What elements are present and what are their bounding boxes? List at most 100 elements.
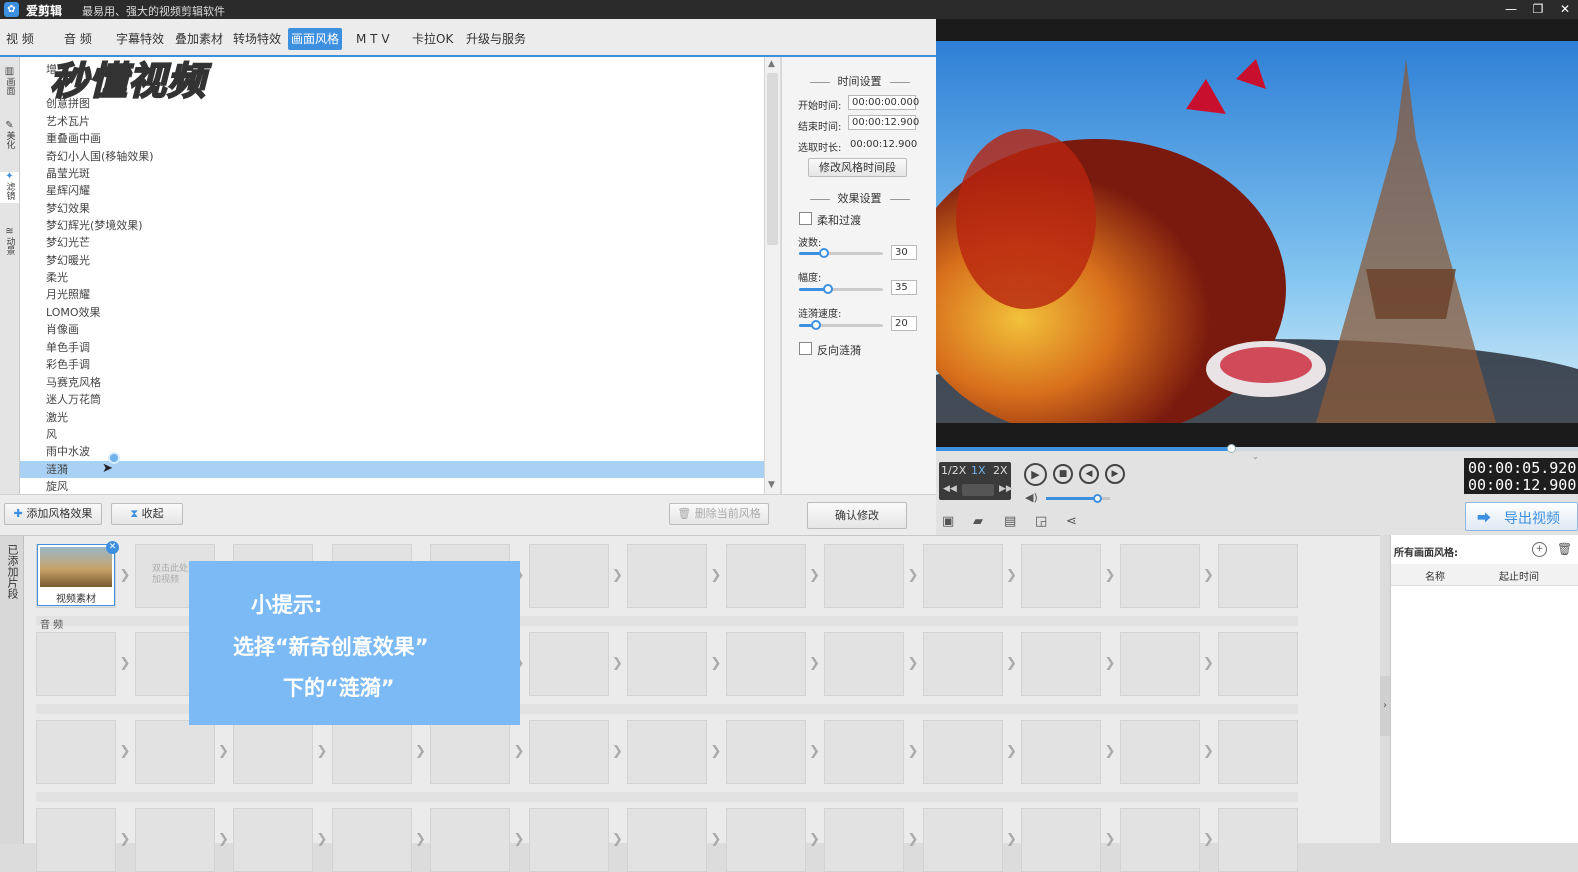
side-tab-filter[interactable]: ✦ 滤镜 xyxy=(0,172,19,203)
timeline-slot[interactable] xyxy=(1021,544,1101,608)
jog-wheel[interactable] xyxy=(962,484,994,496)
rewind-icon[interactable]: ◀◀ xyxy=(943,484,957,494)
timeline-slot[interactable] xyxy=(922,632,1003,696)
timeline-slot[interactable] xyxy=(36,808,116,872)
amplitude-slider-knob[interactable] xyxy=(823,284,834,294)
fast-forward-icon[interactable]: ▶▶ xyxy=(999,484,1013,494)
timeline-slot[interactable] xyxy=(528,808,609,872)
amplitude-field[interactable]: 35 xyxy=(891,280,917,295)
playback-progress-knob[interactable] xyxy=(1227,444,1237,453)
speed-half-button[interactable]: 1/2X xyxy=(941,464,966,477)
speed-2x-button[interactable]: 2X xyxy=(993,464,1008,477)
remove-clip-icon[interactable]: ✕ xyxy=(106,541,119,554)
save-as-icon[interactable]: ◲ xyxy=(1035,514,1047,529)
timeline-slot[interactable] xyxy=(134,720,215,784)
effect-item[interactable]: 单色手调 xyxy=(20,339,764,356)
timeline-slot[interactable] xyxy=(528,720,609,784)
timeline-slot[interactable] xyxy=(1021,632,1101,696)
soft-transition-checkbox[interactable] xyxy=(799,212,812,225)
timeline-slot[interactable] xyxy=(233,720,313,784)
timeline-slot[interactable] xyxy=(134,808,215,872)
add-effect-button[interactable]: ✚ 添加风格效果 xyxy=(4,503,102,525)
ripple-speed-slider[interactable] xyxy=(799,320,883,330)
timeline-slot[interactable] xyxy=(36,632,116,696)
timeline-slot[interactable] xyxy=(1021,808,1101,872)
effect-item[interactable]: 梦幻辉光(梦境效果) xyxy=(20,217,764,234)
timeline-slot[interactable] xyxy=(1218,808,1298,872)
delete-current-effect-button[interactable]: 🗑 删除当前风格 xyxy=(669,503,769,525)
volume-slider-knob[interactable] xyxy=(1093,494,1103,503)
panel-expand-icon[interactable]: › xyxy=(1380,676,1390,736)
reverse-ripple-checkbox[interactable] xyxy=(799,342,812,355)
effect-item[interactable]: 马赛克风格 xyxy=(20,374,764,391)
timeline-slot[interactable] xyxy=(824,720,904,784)
timeline-side-tab[interactable]: 已添加片段 xyxy=(0,536,24,844)
effect-item[interactable]: 旋风 xyxy=(20,478,764,494)
volume-icon[interactable]: ◀) xyxy=(1025,491,1038,504)
timeline-slot[interactable] xyxy=(922,720,1003,784)
previous-frame-button[interactable]: ◀ xyxy=(1079,464,1099,484)
ripple-speed-field[interactable]: 20 xyxy=(891,316,917,331)
tab-audio[interactable]: 音 频 xyxy=(61,28,95,50)
chevron-down-icon[interactable]: ⌄ xyxy=(1252,452,1259,461)
effect-item[interactable]: 月光照耀 xyxy=(20,286,764,303)
timeline-slot[interactable] xyxy=(1119,808,1200,872)
tab-subtitle-effects[interactable]: 字幕特效 xyxy=(113,28,167,50)
tab-picture-style[interactable]: 画面风格 xyxy=(288,28,343,50)
share-icon[interactable]: ⋖ xyxy=(1066,514,1077,529)
timeline-slot[interactable] xyxy=(725,544,806,608)
effect-item[interactable]: 激光 xyxy=(20,409,764,426)
speed-1x-button[interactable]: 1X xyxy=(971,464,986,477)
collapse-button[interactable]: ⧗ 收起 xyxy=(111,503,183,525)
export-video-button[interactable]: ⮕ 导出视频 xyxy=(1465,502,1578,531)
timeline-slot[interactable] xyxy=(922,544,1003,608)
timeline-slot[interactable] xyxy=(922,808,1003,872)
effect-item[interactable]: 风 xyxy=(20,426,764,443)
effect-item[interactable]: 梦幻暖光 xyxy=(20,252,764,269)
effect-item[interactable]: LOMO效果 xyxy=(20,304,764,321)
scroll-up-icon[interactable]: ▲ xyxy=(768,59,775,69)
effect-list-scrollbar[interactable]: ▲ ▼ xyxy=(764,57,780,494)
effect-item[interactable]: 梦幻光芒 xyxy=(20,234,764,251)
effect-item[interactable]: 肖像画 xyxy=(20,321,764,338)
effect-item[interactable]: 梦幻效果 xyxy=(20,200,764,217)
start-time-field[interactable]: 00:00:00.000 xyxy=(848,95,919,110)
modify-time-button[interactable]: 修改风格时间段 xyxy=(808,158,907,177)
next-frame-button[interactable]: ▶ xyxy=(1105,464,1125,484)
effect-item[interactable]: 奇幻小人国(移轴效果) xyxy=(20,148,764,165)
timeline-slot[interactable] xyxy=(725,808,806,872)
confirm-modify-button[interactable]: 确认修改 xyxy=(807,502,907,529)
effect-item-selected[interactable]: 涟漪 xyxy=(20,461,764,478)
timeline-slot[interactable] xyxy=(725,720,806,784)
timeline-slot[interactable] xyxy=(627,544,707,608)
tab-karaoke[interactable]: 卡拉OK xyxy=(409,28,456,50)
side-tab-beautify[interactable]: ✎ 美化 xyxy=(0,121,19,152)
timeline-slot[interactable] xyxy=(233,808,313,872)
volume-slider[interactable] xyxy=(1046,494,1110,503)
scroll-thumb[interactable] xyxy=(767,73,778,245)
scroll-down-icon[interactable]: ▼ xyxy=(768,480,775,490)
image-icon[interactable]: ▣ xyxy=(942,514,954,529)
timeline-slot[interactable] xyxy=(1119,544,1200,608)
timeline-slot[interactable] xyxy=(725,632,806,696)
effect-item[interactable]: 晶莹光斑 xyxy=(20,165,764,182)
effect-item[interactable]: 柔光 xyxy=(20,269,764,286)
effect-item[interactable]: 艺术瓦片 xyxy=(20,113,764,130)
close-icon[interactable]: ✕ xyxy=(1554,1,1576,18)
timeline-slot[interactable] xyxy=(36,720,116,784)
timeline-slot[interactable] xyxy=(1021,720,1101,784)
timeline-slot[interactable] xyxy=(627,632,707,696)
timeline-slot[interactable] xyxy=(1119,720,1200,784)
video-preview[interactable] xyxy=(906,19,1578,459)
effect-item[interactable]: 雨中水波 xyxy=(20,443,764,460)
amplitude-slider[interactable] xyxy=(799,284,883,294)
end-time-field[interactable]: 00:00:12.900 xyxy=(848,115,919,130)
tab-overlay-material[interactable]: 叠加素材 xyxy=(172,28,226,50)
timeline-slot[interactable] xyxy=(1218,544,1298,608)
side-tab-motion[interactable]: ≋ 动景 xyxy=(0,227,19,258)
tab-upgrade-service[interactable]: 升级与服务 xyxy=(463,28,529,50)
effect-item[interactable]: 星辉闪耀 xyxy=(20,182,764,199)
timeline-slot[interactable] xyxy=(824,632,904,696)
open-folder-icon[interactable]: ▰ xyxy=(973,514,983,529)
tab-mtv[interactable]: M T V xyxy=(353,28,393,50)
